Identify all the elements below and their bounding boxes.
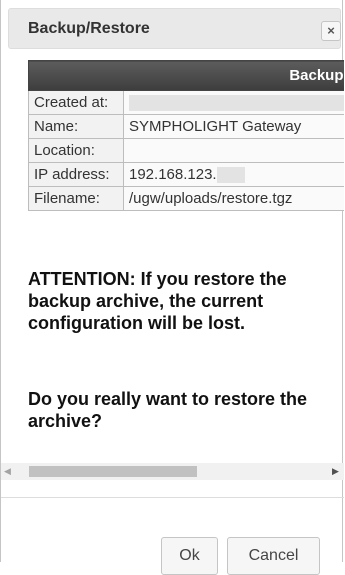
attention-message: ATTENTION: If you restore the backup arc… bbox=[28, 269, 287, 333]
scrollbar-thumb[interactable] bbox=[29, 466, 197, 477]
backup-restore-dialog: Backup/Restore × Backup infor Created at… bbox=[0, 0, 344, 575]
close-button[interactable]: × bbox=[321, 21, 341, 41]
created-at-label: Created at: bbox=[28, 90, 124, 115]
redacted-value bbox=[129, 95, 344, 112]
table-row: IP address: 192.168.123. bbox=[28, 162, 344, 187]
ip-address-value: 192.168.123. bbox=[123, 162, 344, 187]
location-value bbox=[123, 138, 344, 163]
redacted-value bbox=[216, 167, 245, 184]
ok-button[interactable]: Ok bbox=[161, 537, 218, 575]
ip-address-text: 192.168.123. bbox=[129, 165, 217, 183]
chevron-left-icon[interactable]: ◀ bbox=[4, 466, 11, 477]
table-row: Name: SYMPHOLIGHT Gateway bbox=[28, 114, 344, 139]
table-row: Location: bbox=[28, 138, 344, 163]
name-value: SYMPHOLIGHT Gateway bbox=[123, 114, 344, 139]
cancel-button[interactable]: Cancel bbox=[227, 537, 320, 575]
name-label: Name: bbox=[28, 114, 124, 139]
dialog-content: Backup infor Created at: Name: SYMPHOLIG… bbox=[28, 60, 344, 455]
filename-value: /ugw/uploads/restore.tgz bbox=[123, 186, 344, 211]
backup-info-table: Backup infor Created at: Name: SYMPHOLIG… bbox=[28, 60, 344, 211]
chevron-right-icon[interactable]: ▶ bbox=[332, 466, 339, 477]
close-icon: × bbox=[327, 23, 335, 38]
table-row: Filename: /ugw/uploads/restore.tgz bbox=[28, 186, 344, 211]
horizontal-scrollbar[interactable]: ◀ ▶ bbox=[1, 463, 344, 480]
ip-address-label: IP address: bbox=[28, 162, 124, 187]
filename-label: Filename: bbox=[28, 186, 124, 211]
dialog-titlebar[interactable]: Backup/Restore × bbox=[8, 8, 341, 49]
button-pane-divider bbox=[1, 497, 344, 498]
confirm-question: Do you really want to restore the archiv… bbox=[28, 389, 308, 431]
created-at-value bbox=[123, 90, 344, 115]
dialog-title: Backup/Restore bbox=[28, 20, 150, 37]
location-label: Location: bbox=[28, 138, 124, 163]
backup-info-header: Backup infor bbox=[28, 60, 344, 91]
table-row: Created at: bbox=[28, 90, 344, 115]
